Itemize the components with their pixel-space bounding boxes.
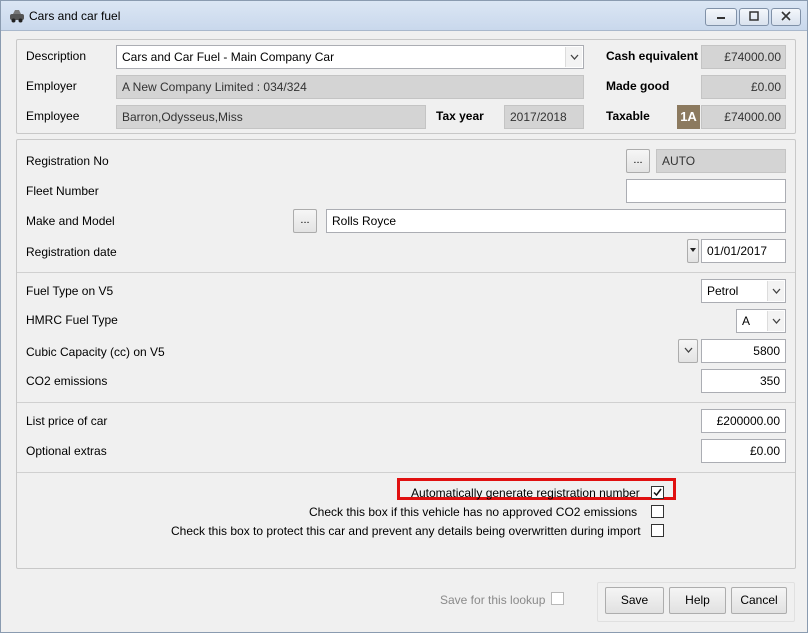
cash-equivalent-label: Cash equivalent xyxy=(606,49,699,63)
save-lookup-label: Save for this lookup xyxy=(440,593,546,607)
date-picker-button[interactable] xyxy=(687,239,699,263)
cubic-capacity-label: Cubic Capacity (cc) on V5 xyxy=(26,345,165,359)
taxable-category-badge: 1A xyxy=(677,105,700,129)
cancel-button[interactable]: Cancel xyxy=(731,587,787,614)
section-divider xyxy=(17,402,795,403)
minimize-button[interactable] xyxy=(705,8,737,26)
description-dropdown[interactable]: Cars and Car Fuel - Main Company Car xyxy=(116,45,584,69)
description-label: Description xyxy=(26,49,87,63)
list-price-label: List price of car xyxy=(26,414,108,428)
no-co2-label[interactable]: Check this box if this vehicle has no ap… xyxy=(309,505,637,519)
list-price-input[interactable]: £200000.00 xyxy=(701,409,786,433)
hmrc-fuel-type-value: A xyxy=(742,314,751,328)
cash-equivalent-field: £74000.00 xyxy=(701,45,786,69)
checkmark-icon xyxy=(652,488,663,501)
taxable-field: £74000.00 xyxy=(701,105,786,129)
made-good-label: Made good xyxy=(606,79,670,93)
registration-no-field: AUTO xyxy=(656,149,786,173)
cubic-capacity-input[interactable]: 5800 xyxy=(701,339,786,363)
maximize-icon xyxy=(749,10,759,22)
fleet-number-input[interactable] xyxy=(626,179,786,203)
registration-lookup-button[interactable]: ... xyxy=(626,149,650,173)
auto-reg-checkbox[interactable] xyxy=(651,486,664,499)
registration-date-label: Registration date xyxy=(26,245,117,259)
co2-emissions-label: CO2 emissions xyxy=(26,374,108,388)
fuel-type-dropdown[interactable]: Petrol xyxy=(701,279,786,303)
employer-field: A New Company Limited : 034/324 xyxy=(116,75,584,99)
calendar-dropdown-icon xyxy=(690,245,696,254)
no-co2-checkbox[interactable] xyxy=(651,505,664,518)
hmrc-fuel-type-dropdown[interactable]: A xyxy=(736,309,786,333)
fuel-type-value: Petrol xyxy=(707,284,739,298)
description-value: Cars and Car Fuel - Main Company Car xyxy=(122,50,335,64)
employee-label: Employee xyxy=(26,109,80,123)
make-model-label: Make and Model xyxy=(26,214,115,228)
employer-label: Employer xyxy=(26,79,77,93)
chevron-down-icon[interactable] xyxy=(767,281,784,301)
fuel-type-label: Fuel Type on V5 xyxy=(26,284,114,298)
chevron-down-icon[interactable] xyxy=(565,47,582,67)
car-icon xyxy=(10,10,24,23)
optional-extras-input[interactable]: £0.00 xyxy=(701,439,786,463)
taxable-label: Taxable xyxy=(606,109,650,123)
registration-date-input[interactable]: 01/01/2017 xyxy=(701,239,786,263)
close-button[interactable] xyxy=(771,8,801,26)
co2-emissions-input[interactable]: 350 xyxy=(701,369,786,393)
save-button[interactable]: Save xyxy=(605,587,664,614)
chevron-down-icon[interactable] xyxy=(767,311,784,331)
cubic-capacity-dropdown-button[interactable] xyxy=(678,339,698,363)
auto-reg-label[interactable]: Automatically generate registration numb… xyxy=(411,486,640,500)
section-divider xyxy=(17,272,795,273)
help-button[interactable]: Help xyxy=(669,587,726,614)
cars-and-car-fuel-window: Cars and car fuel Description Cars and C… xyxy=(0,0,808,633)
make-model-input[interactable]: Rolls Royce xyxy=(326,209,786,233)
maximize-button[interactable] xyxy=(739,8,769,26)
protect-car-checkbox[interactable] xyxy=(651,524,664,537)
hmrc-fuel-type-label: HMRC Fuel Type xyxy=(26,313,118,327)
tax-year-label: Tax year xyxy=(436,109,484,123)
title-bar: Cars and car fuel xyxy=(1,1,807,31)
section-divider xyxy=(17,472,795,473)
save-lookup-checkbox[interactable] xyxy=(551,592,564,605)
chevron-down-icon xyxy=(684,344,693,356)
registration-no-label: Registration No xyxy=(26,154,109,168)
tax-year-field: 2017/2018 xyxy=(504,105,584,129)
window-title: Cars and car fuel xyxy=(29,9,121,23)
minimize-icon xyxy=(716,10,726,22)
close-icon xyxy=(781,10,791,22)
made-good-field: £0.00 xyxy=(701,75,786,99)
fleet-number-label: Fleet Number xyxy=(26,184,99,198)
make-model-lookup-button[interactable]: ... xyxy=(293,209,317,233)
employee-field: Barron,Odysseus,Miss xyxy=(116,105,426,129)
protect-car-label[interactable]: Check this box to protect this car and p… xyxy=(171,524,641,538)
optional-extras-label: Optional extras xyxy=(26,444,107,458)
